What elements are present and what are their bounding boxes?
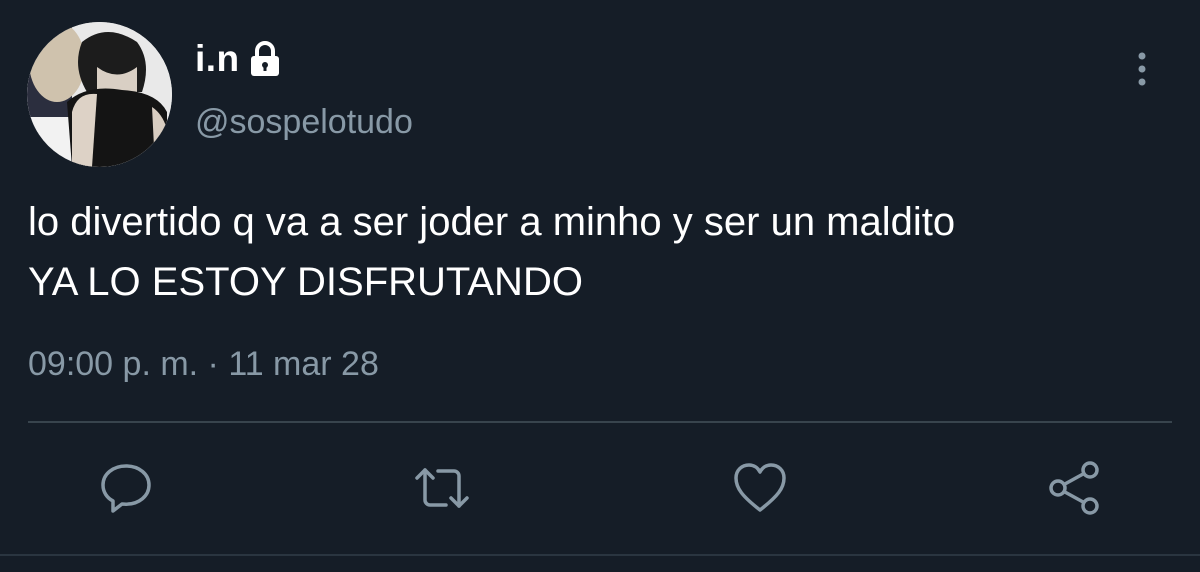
reply-button[interactable]: [98, 460, 154, 516]
lock-icon: [248, 40, 282, 78]
more-options-icon[interactable]: [1128, 50, 1156, 90]
avatar[interactable]: [27, 22, 172, 167]
tweet-text: lo divertido q va a ser joder a minho y …: [28, 200, 956, 304]
like-button[interactable]: [732, 460, 788, 516]
retweet-button[interactable]: [412, 460, 469, 516]
avatar-image: [27, 22, 172, 167]
user-handle[interactable]: @sospelotudo: [195, 103, 413, 142]
display-name-text: i.n: [195, 38, 240, 79]
speech-bubble-icon: [101, 464, 151, 513]
tweet-timestamp[interactable]: 09:00 p. m. · 11 mar 28: [28, 345, 379, 384]
share-icon: [1049, 461, 1099, 515]
share-button[interactable]: [1046, 460, 1102, 516]
bottom-divider: [0, 554, 1200, 556]
divider: [28, 421, 1172, 423]
display-name[interactable]: i.n: [195, 38, 282, 80]
heart-icon: [734, 463, 786, 512]
retweet-icon: [415, 468, 469, 508]
